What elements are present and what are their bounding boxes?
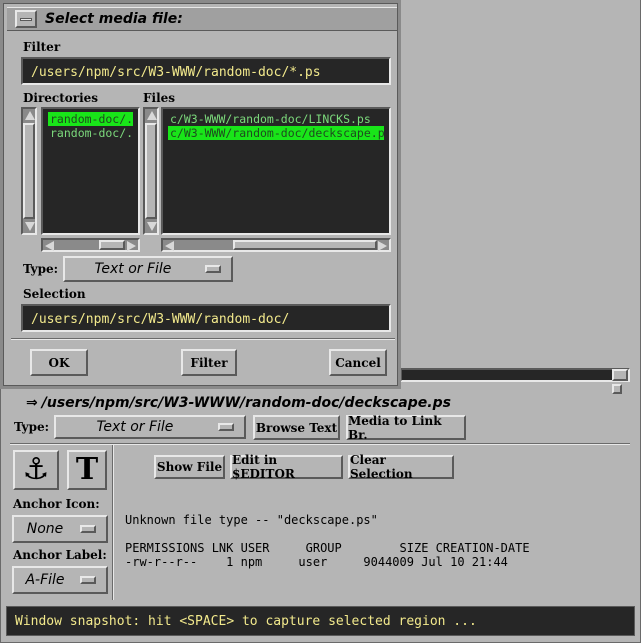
dialog-type-value: Text or File (94, 261, 172, 277)
window-menu-icon[interactable] (15, 10, 37, 28)
files-list[interactable]: c/W3-WWW/random-doc/LINCKS.ps c/W3-WWW/ra… (161, 107, 391, 235)
tool-divider (112, 445, 114, 600)
pane-sash[interactable] (612, 384, 622, 394)
anchor-icon-label: Anchor Icon: (13, 497, 100, 511)
list-item[interactable]: c/W3-WWW/random-doc/deckscape.ps (168, 126, 384, 140)
selection-input[interactable]: /users/npm/src/W3-WWW/random-doc/ (21, 304, 391, 332)
dialog-separator (11, 338, 395, 340)
option-menu-indicator-icon (80, 525, 96, 533)
upper-canvas (400, 0, 640, 368)
directories-label: Directories (23, 91, 99, 105)
scroll-right-arrow-icon[interactable] (378, 241, 387, 251)
files-scroll-thumb[interactable] (145, 123, 157, 219)
ok-button[interactable]: OK (30, 349, 88, 376)
filter-label: Filter (23, 40, 61, 54)
option-menu-indicator-icon (80, 576, 96, 584)
dialog-type-label: Type: (23, 262, 59, 276)
main-type-value: Text or File (96, 419, 174, 435)
directories-hscrollbar[interactable] (41, 238, 140, 252)
text-tool-button[interactable]: T (67, 450, 107, 490)
scroll-left-arrow-icon[interactable] (45, 241, 54, 251)
filter-input[interactable]: /users/npm/src/W3-WWW/random-doc/*.ps (21, 57, 391, 85)
clear-selection-button[interactable]: Clear Selection (348, 453, 454, 481)
path-arrow-icon: ⇒ (26, 395, 38, 411)
directories-list[interactable]: random-doc/. random-doc/.. (41, 107, 140, 235)
cancel-button[interactable]: Cancel (329, 349, 387, 376)
path-bar: ⇒ /users/npm/src/W3-WWW/random-doc/decks… (10, 395, 630, 411)
media-to-link-button[interactable]: Media to Link Br. (346, 414, 466, 442)
scroll-up-arrow-icon[interactable] (147, 111, 157, 120)
current-path: /users/npm/src/W3-WWW/random-doc/decksca… (41, 395, 451, 411)
files-vscrollbar[interactable] (143, 107, 159, 235)
scroll-left-arrow-icon[interactable] (165, 241, 174, 251)
status-bar: Window snapshot: hit <SPACE> to capture … (6, 606, 635, 636)
output-row: -rw-r--r-- 1 npm user 9044009 Jul 10 21:… (125, 555, 508, 569)
select-media-dialog: Select media file: Filter /users/npm/src… (0, 0, 401, 389)
anchor-icon: ⚓ (22, 452, 50, 487)
filter-button[interactable]: Filter (181, 349, 237, 376)
dialog-type-option-menu[interactable]: Text or File (63, 256, 233, 282)
main-type-label: Type: (14, 420, 50, 434)
output-line-unknown-type: Unknown file type -- "deckscape.ps" (125, 513, 378, 527)
dialog-title: Select media file: (45, 11, 183, 27)
text-t-icon: T (75, 452, 99, 487)
browse-text-button[interactable]: Browse Text (253, 415, 340, 440)
anchor-label-label: Anchor Label: (13, 548, 107, 562)
option-menu-indicator-icon (205, 265, 221, 273)
main-type-option-menu[interactable]: Text or File (54, 415, 246, 439)
list-item[interactable]: c/W3-WWW/random-doc/LINCKS.ps (168, 112, 384, 126)
directories-hscroll-thumb[interactable] (99, 240, 125, 250)
option-menu-indicator-icon (218, 423, 234, 431)
directories-scroll-thumb[interactable] (23, 123, 35, 219)
list-item[interactable]: random-doc/. (48, 112, 133, 126)
anchor-label-option-menu[interactable]: A-File (12, 566, 108, 594)
output-header: PERMISSIONS LNK USER GROUP SIZE CREATION… (125, 541, 530, 555)
status-message: Window snapshot: hit <SPACE> to capture … (15, 613, 477, 629)
files-label: Files (143, 91, 176, 105)
scroll-down-arrow-icon[interactable] (147, 222, 157, 231)
anchor-icon-option-menu[interactable]: None (12, 515, 108, 543)
files-hscroll-thumb[interactable] (233, 240, 377, 250)
show-file-button[interactable]: Show File (154, 455, 225, 479)
selection-label: Selection (23, 287, 86, 301)
scroll-down-arrow-icon[interactable] (25, 222, 35, 231)
list-item[interactable]: random-doc/.. (48, 126, 133, 140)
anchor-label-value: A-File (25, 572, 65, 588)
canvas-hscroll-thumb[interactable] (612, 369, 628, 381)
directories-vscrollbar[interactable] (21, 107, 37, 235)
files-hscrollbar[interactable] (161, 238, 391, 252)
dialog-title-bar[interactable]: Select media file: (7, 7, 397, 31)
scroll-up-arrow-icon[interactable] (25, 111, 35, 120)
canvas-hscrollbar[interactable] (400, 368, 630, 382)
edit-in-editor-button[interactable]: Edit in $EDITOR (230, 453, 343, 481)
anchor-tool-button[interactable]: ⚓ (13, 450, 59, 490)
separator (10, 443, 630, 445)
anchor-icon-value: None (26, 521, 64, 537)
scroll-right-arrow-icon[interactable] (127, 241, 136, 251)
